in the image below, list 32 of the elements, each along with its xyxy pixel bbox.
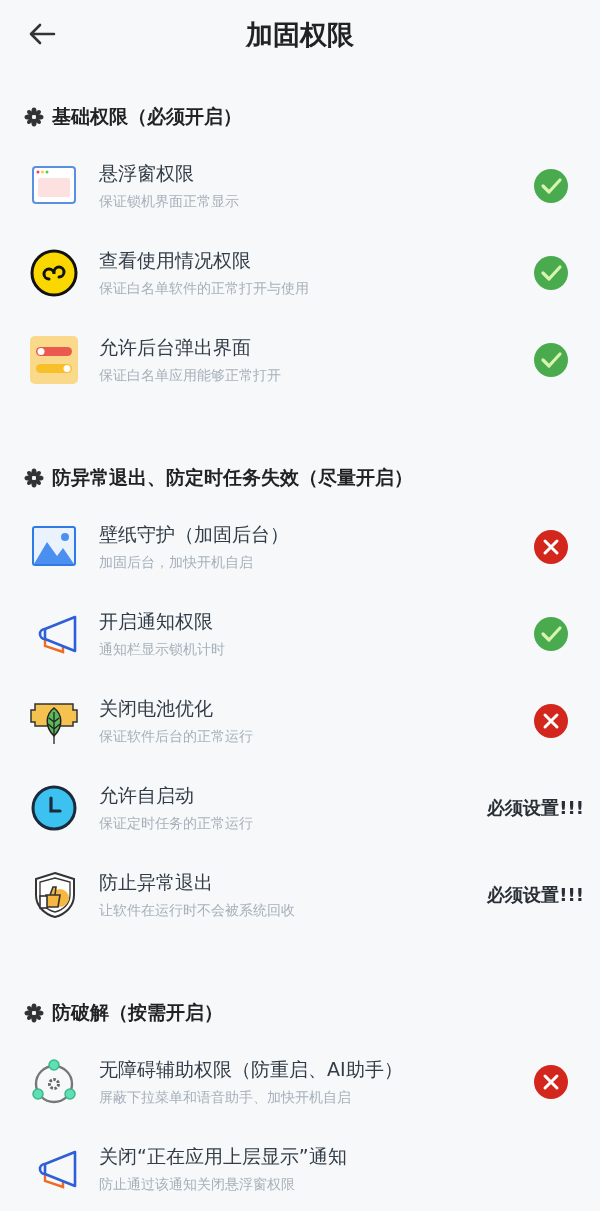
item-subtitle: 保证锁机界面正常显示 xyxy=(99,192,240,211)
item-title: 允许自启动 xyxy=(99,782,195,808)
item-title: 查看使用情况权限 xyxy=(99,247,252,273)
page-title: 加固权限 xyxy=(246,18,354,52)
item-subtitle: 防止通过该通知关闭悬浮窗权限 xyxy=(99,1175,296,1194)
item-subtitle: 让软件在运行时不会被系统回收 xyxy=(99,901,296,920)
flower-icon xyxy=(24,107,44,127)
item-title: 壁纸守护（加固后台） xyxy=(99,521,290,547)
item-title: 关闭“正在应用上层显示”通知 xyxy=(99,1143,348,1169)
required-note: 必须设置!!! xyxy=(487,882,584,907)
item-subtitle: 保证软件后台的正常运行 xyxy=(99,727,254,746)
item-subtitle: 保证定时任务的正常运行 xyxy=(99,814,254,833)
item-subtitle: 保证白名单应用能够正常打开 xyxy=(99,366,282,385)
flower-icon xyxy=(24,468,44,488)
section-title: 防破解（按需开启） xyxy=(52,1000,223,1025)
item-title: 无障碍辅助权限（防重启、AI助手） xyxy=(99,1056,404,1082)
item-subtitle: 保证白名单软件的正常打开与使用 xyxy=(99,279,310,298)
section-title: 防异常退出、防定时任务失效（尽量开启） xyxy=(52,465,413,490)
flower-icon xyxy=(24,1003,44,1023)
item-title: 开启通知权限 xyxy=(99,608,214,634)
item-title: 关闭电池优化 xyxy=(99,695,214,721)
toggles-icon xyxy=(29,334,79,385)
required-note: 必须设置!!! xyxy=(487,795,584,820)
section-title: 基础权限（必须开启） xyxy=(52,104,242,129)
item-title: 防止异常退出 xyxy=(99,869,214,895)
item-subtitle: 屏蔽下拉菜单和语音助手、加快开机自启 xyxy=(99,1088,352,1107)
item-title: 悬浮窗权限 xyxy=(99,160,195,186)
item-title: 允许后台弹出界面 xyxy=(99,334,252,360)
back-icon[interactable] xyxy=(28,22,56,46)
infinity-icon xyxy=(29,247,79,298)
item-subtitle: 加固后台，加快开机自启 xyxy=(99,553,254,572)
item-subtitle: 通知栏显示锁机计时 xyxy=(99,640,226,659)
